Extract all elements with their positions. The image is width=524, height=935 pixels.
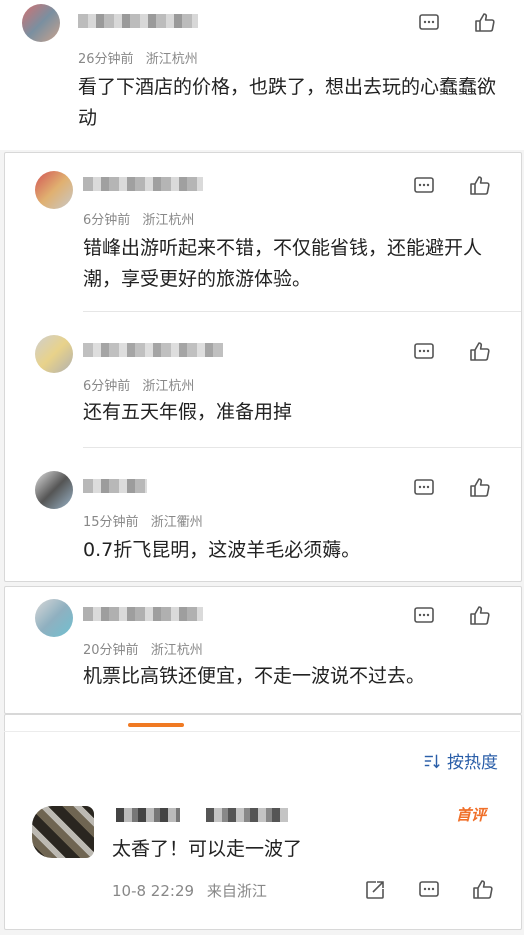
avatar[interactable]	[32, 806, 94, 858]
username-redacted[interactable]	[206, 808, 288, 822]
share-icon	[366, 881, 384, 899]
reply-button[interactable]	[411, 603, 437, 629]
reply-button[interactable]	[411, 339, 437, 365]
comment-time: 6分钟前	[83, 379, 131, 394]
like-button[interactable]	[472, 10, 498, 36]
username-redacted[interactable]	[116, 808, 180, 822]
thumbs-up-icon	[473, 880, 493, 899]
thumbs-up-icon	[470, 342, 490, 361]
reply-button[interactable]	[416, 877, 442, 903]
sort-button[interactable]: 按热度	[423, 748, 498, 773]
reply-button[interactable]	[416, 10, 442, 36]
divider	[83, 311, 521, 312]
comment-icon	[414, 177, 434, 193]
comment-time: 15分钟前	[83, 515, 139, 530]
username-redacted[interactable]	[83, 607, 203, 621]
share-button[interactable]	[362, 877, 388, 903]
comment-meta: 26分钟前 浙江杭州	[78, 48, 198, 67]
comment-time: 20分钟前	[83, 643, 139, 658]
reply-group-card: 6分钟前 浙江杭州 错峰出游听起来不错，不仅能省钱，还能避开人潮，享受更好的旅游…	[4, 152, 522, 582]
comment-icon	[419, 881, 439, 897]
comment-icon	[419, 14, 439, 30]
comment-location: 浙江杭州	[145, 52, 198, 67]
comment-time: 26分钟前	[78, 52, 134, 67]
reply-group-card: 20分钟前 浙江杭州 机票比高铁还便宜，不走一波说不过去。	[4, 586, 522, 714]
reply-button[interactable]	[411, 475, 437, 501]
comment-text: 0.7折飞昆明，这波羊毛必须薅。	[83, 539, 361, 561]
comment-location: 浙江杭州	[142, 379, 195, 394]
thumbs-up-icon	[470, 606, 490, 625]
comment-date: 10-8 22:29	[112, 882, 195, 900]
avatar[interactable]	[22, 4, 60, 42]
comment-text: 太香了！可以走一波了	[112, 838, 303, 860]
comment-source: 来自浙江	[206, 882, 267, 900]
avatar[interactable]	[35, 335, 73, 373]
comment-icon	[414, 479, 434, 495]
thumbs-up-icon	[470, 478, 490, 497]
drag-handle[interactable]	[128, 723, 184, 727]
reply-button[interactable]	[411, 173, 437, 199]
username-redacted[interactable]	[83, 177, 203, 191]
comment-meta: 6分钟前 浙江杭州	[83, 209, 194, 228]
comment-location: 浙江衢州	[150, 515, 203, 530]
username-redacted[interactable]	[83, 479, 147, 493]
avatar[interactable]	[35, 599, 73, 637]
comment-icon	[414, 343, 434, 359]
divider	[4, 731, 520, 732]
first-comment-badge: 首评	[456, 806, 487, 824]
like-button[interactable]	[467, 603, 493, 629]
thumbs-up-icon	[470, 176, 490, 195]
avatar[interactable]	[35, 471, 73, 509]
comment-icon	[414, 607, 434, 623]
username-redacted[interactable]	[78, 14, 198, 28]
comment-meta: 20分钟前 浙江杭州	[83, 639, 203, 658]
username-redacted[interactable]	[83, 343, 223, 357]
sort-label: 按热度	[447, 753, 498, 773]
comment-location: 浙江杭州	[142, 213, 195, 228]
comment-meta: 10-8 22:29 来自浙江	[112, 880, 267, 901]
like-button[interactable]	[467, 339, 493, 365]
comment-meta: 15分钟前 浙江衢州	[83, 511, 203, 530]
comment-meta: 6分钟前 浙江杭州	[83, 375, 194, 394]
like-button[interactable]	[467, 173, 493, 199]
avatar[interactable]	[35, 171, 73, 209]
comment-text: 看了下酒店的价格，也跌了，想出去玩的心蠢蠢欲动	[78, 76, 497, 129]
comment-text: 还有五天年假，准备用掉	[83, 401, 293, 423]
comment-text: 错峰出游听起来不错，不仅能省钱，还能避开人潮，享受更好的旅游体验。	[83, 237, 483, 290]
divider	[83, 447, 521, 448]
sort-icon	[424, 754, 440, 768]
like-button[interactable]	[470, 877, 496, 903]
like-button[interactable]	[467, 475, 493, 501]
thumbs-up-icon	[475, 13, 495, 32]
comment-location: 浙江杭州	[150, 643, 203, 658]
comment-text: 机票比高铁还便宜，不走一波说不过去。	[83, 665, 426, 687]
top-comment-card: 26分钟前 浙江杭州 看了下酒店的价格，也跌了，想出去玩的心蠢蠢欲动	[0, 0, 524, 150]
comment-time: 6分钟前	[83, 213, 131, 228]
